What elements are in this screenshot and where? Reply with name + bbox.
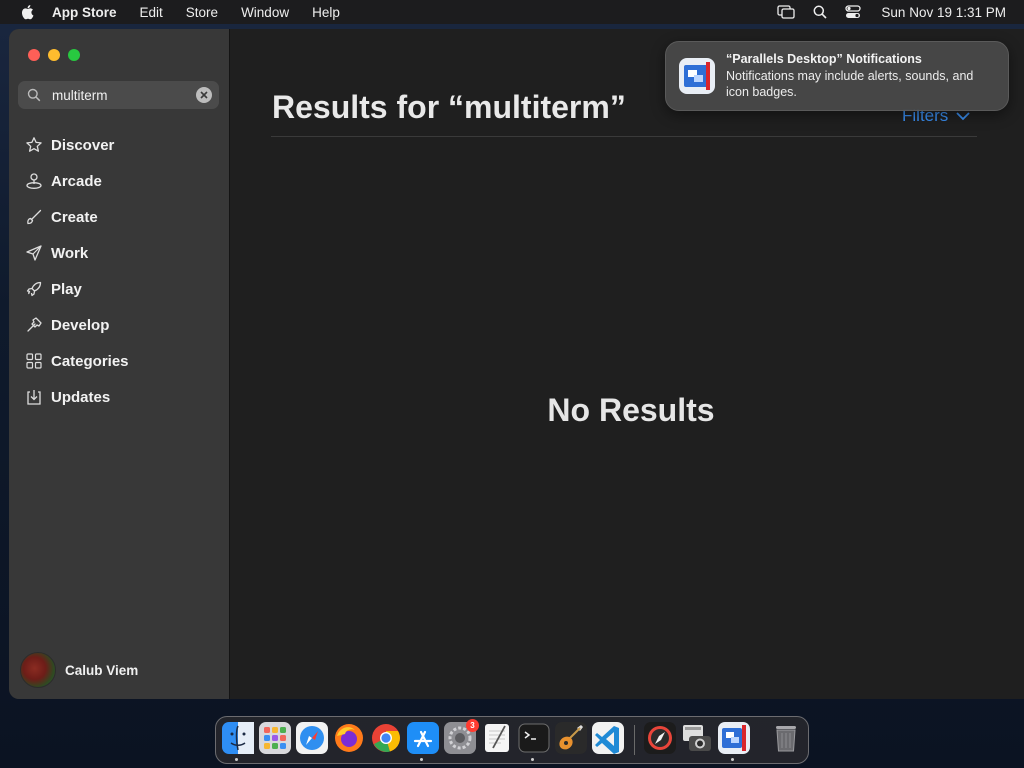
notification-title: “Parallels Desktop” Notifications (726, 52, 922, 66)
garageband-icon[interactable] (555, 722, 587, 754)
menu-app-name[interactable]: App Store (52, 5, 117, 20)
vscode-icon[interactable] (592, 722, 624, 754)
notification-banner[interactable]: “Parallels Desktop” Notifications Notifi… (665, 41, 1009, 111)
terminal-icon[interactable] (518, 722, 550, 754)
sidebar-item-label: Develop (51, 316, 110, 334)
sidebar: Discover Arcade Create Work Play Develop (9, 29, 230, 699)
paper-plane-icon (25, 244, 43, 262)
brush-icon (25, 208, 43, 226)
main-content: Results for “multiterm” Filters No Resul… (230, 29, 1024, 699)
menu-edit[interactable]: Edit (140, 5, 163, 20)
dock-separator (634, 725, 635, 755)
menu-bar: App Store Edit Store Window Help Sun Nov… (0, 0, 1024, 24)
app-store-window: Discover Arcade Create Work Play Develop (9, 29, 1024, 699)
running-indicator (235, 758, 238, 761)
sidebar-item-create[interactable]: Create (9, 199, 229, 235)
joystick-icon (25, 172, 43, 190)
firefox-icon[interactable] (333, 722, 365, 754)
menu-help[interactable]: Help (312, 5, 340, 20)
close-window-button[interactable] (28, 49, 40, 61)
chevron-down-icon (956, 111, 970, 120)
sidebar-item-label: Arcade (51, 172, 102, 190)
sidebar-item-updates[interactable]: Updates (9, 379, 229, 415)
clear-search-button[interactable] (196, 87, 212, 103)
sidebar-item-arcade[interactable]: Arcade (9, 163, 229, 199)
sidebar-item-label: Categories (51, 352, 129, 370)
notification-badge: 3 (466, 719, 479, 732)
rocket-icon (25, 280, 43, 298)
sidebar-item-categories[interactable]: Categories (9, 343, 229, 379)
search-icon (27, 88, 41, 102)
image-capture-icon[interactable] (681, 722, 713, 754)
app-store-icon[interactable] (407, 722, 439, 754)
sidebar-nav: Discover Arcade Create Work Play Develop (9, 127, 229, 415)
parallels-desktop-dock-icon[interactable] (718, 722, 750, 754)
divider (271, 136, 977, 137)
sidebar-item-discover[interactable]: Discover (9, 127, 229, 163)
trash-icon[interactable] (770, 722, 802, 754)
window-controls (28, 49, 88, 61)
spotlight-search-icon[interactable] (813, 5, 827, 19)
launchpad-icon[interactable] (259, 722, 291, 754)
search-input[interactable] (50, 86, 194, 104)
sidebar-item-label: Updates (51, 388, 111, 406)
running-indicator (531, 758, 534, 761)
running-indicator (731, 758, 734, 761)
apple-menu-icon[interactable] (20, 4, 34, 20)
hammer-icon (25, 316, 43, 334)
control-center-icon[interactable] (845, 5, 862, 19)
textedit-icon[interactable] (481, 722, 513, 754)
chrome-icon[interactable] (370, 722, 402, 754)
sidebar-item-label: Play (51, 280, 82, 298)
sidebar-item-label: Work (51, 244, 89, 262)
no-results-message: No Results (547, 392, 715, 428)
parallels-desktop-icon (679, 58, 715, 94)
sidebar-item-develop[interactable]: Develop (9, 307, 229, 343)
user-name: Calub Viem (65, 662, 139, 678)
sidebar-item-label: Discover (51, 136, 115, 154)
menu-store[interactable]: Store (186, 5, 218, 20)
notification-body: Notifications may include alerts, sounds… (726, 69, 974, 99)
menu-window[interactable]: Window (241, 5, 289, 20)
zoom-window-button[interactable] (68, 49, 80, 61)
system-settings-icon[interactable]: 3 (444, 719, 479, 754)
sidebar-item-label: Create (51, 208, 98, 226)
compass-app-icon[interactable] (644, 722, 676, 754)
screen-mirroring-icon[interactable] (777, 5, 796, 19)
search-field[interactable] (18, 81, 219, 109)
account-button[interactable]: Calub Viem (20, 652, 138, 688)
close-icon (200, 91, 208, 99)
minimize-window-button[interactable] (48, 49, 60, 61)
sidebar-item-work[interactable]: Work (9, 235, 229, 271)
menu-clock[interactable]: Sun Nov 19 1:31 PM (881, 5, 1006, 20)
star-icon (25, 136, 43, 154)
grid-icon (25, 352, 43, 370)
avatar (20, 652, 56, 688)
safari-icon[interactable] (296, 722, 328, 754)
finder-icon[interactable] (222, 722, 254, 754)
sidebar-item-play[interactable]: Play (9, 271, 229, 307)
page-title: Results for “multiterm” (272, 89, 626, 125)
dock: 3 (215, 716, 809, 764)
running-indicator (420, 758, 423, 761)
download-tray-icon (25, 388, 43, 406)
